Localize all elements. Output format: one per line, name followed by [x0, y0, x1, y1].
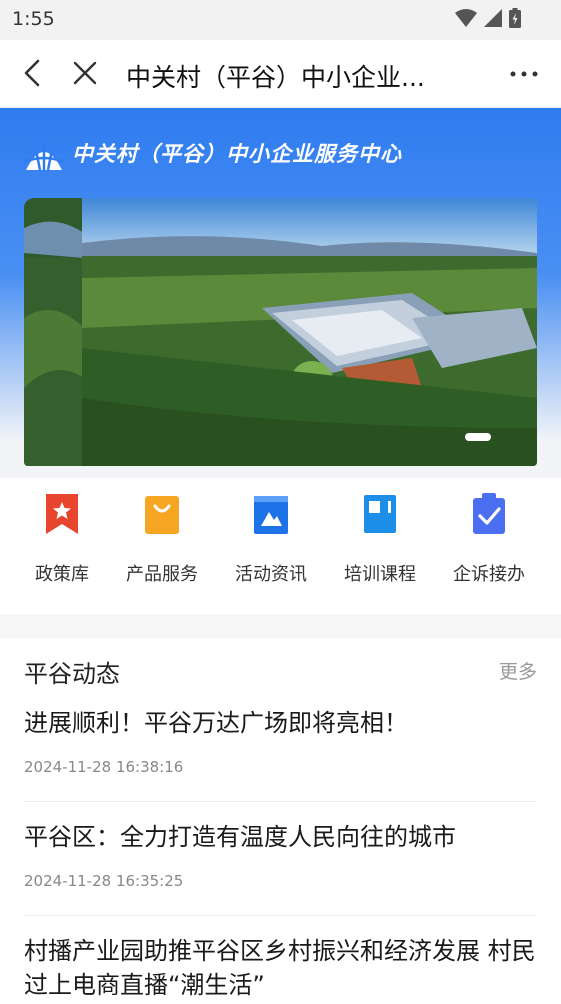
menu-label: 培训课程	[344, 564, 416, 585]
news-headline: 村播产业园助推平谷区乡村振兴和经济发展 村民过上电商直播“潮生活”	[24, 937, 536, 999]
wifi-icon	[455, 9, 477, 27]
calendar-icon	[254, 496, 288, 534]
news-more-link[interactable]: 更多	[499, 657, 537, 684]
status-icons	[455, 8, 521, 28]
menu-item-activity-news[interactable]: 活动资讯	[216, 492, 326, 602]
carousel-indicator[interactable]	[465, 433, 491, 441]
back-arrow-icon[interactable]	[18, 58, 48, 88]
industrial-park-aerial-photo[interactable]	[82, 198, 537, 466]
center-logo-icon	[24, 142, 64, 171]
menu-item-product-services[interactable]: 产品服务	[107, 492, 217, 602]
image-carousel[interactable]	[24, 198, 537, 466]
news-item[interactable]: 村播产业园助推平谷区乡村振兴和经济发展 村民过上电商直播“潮生活”	[24, 934, 537, 1004]
news-item[interactable]: 进展顺利！平谷万达广场即将亮相！ 2024-11-28 16:38:16	[24, 706, 537, 802]
menu-item-policy-library[interactable]: 政策库	[7, 492, 117, 602]
nav-bar: 中关村（平谷）中小企业...	[0, 40, 561, 108]
news-timestamp: 2024-11-28 16:35:25	[24, 872, 184, 890]
page-title: 中关村（平谷）中小企业...	[126, 63, 425, 92]
close-icon[interactable]	[70, 58, 100, 88]
menu-item-complaint-handling[interactable]: 企诉接办	[434, 492, 544, 602]
hero-title: 中关村（平谷）中小企业服务中心	[72, 142, 402, 166]
news-item[interactable]: 平谷区：全力打造有温度人民向往的城市 2024-11-28 16:35:25	[24, 820, 537, 916]
menu-label: 企诉接办	[453, 564, 525, 585]
quick-menu: 政策库 产品服务 活动资讯 培训课程 企诉接办	[0, 478, 561, 614]
clipboard-check-icon	[473, 493, 505, 534]
menu-item-training-courses[interactable]: 培训课程	[325, 492, 435, 602]
news-headline: 进展顺利！平谷万达广场即将亮相！	[24, 709, 408, 737]
menu-label: 政策库	[35, 564, 89, 585]
shopping-bag-icon	[145, 496, 179, 534]
carousel-prev-slide-image[interactable]	[24, 198, 84, 466]
news-headline: 平谷区：全力打造有温度人民向往的城市	[24, 823, 456, 851]
status-time: 1:55	[12, 8, 55, 30]
status-bar: 1:55	[0, 0, 561, 40]
battery-charging-icon	[509, 8, 521, 28]
cellular-signal-icon	[484, 9, 502, 27]
more-options-icon[interactable]	[509, 62, 539, 86]
news-timestamp: 2024-11-28 16:38:16	[24, 758, 184, 776]
section-divider	[0, 614, 561, 638]
news-section-title: 平谷动态	[24, 660, 120, 688]
news-section: 平谷动态 更多 进展顺利！平谷万达广场即将亮相！ 2024-11-28 16:3…	[0, 638, 561, 999]
book-icon	[364, 495, 396, 533]
hero-section: 中关村（平谷）中小企业服务中心	[0, 108, 561, 478]
menu-label: 活动资讯	[235, 564, 307, 585]
menu-label: 产品服务	[126, 564, 198, 585]
bookmark-star-icon	[46, 494, 78, 534]
